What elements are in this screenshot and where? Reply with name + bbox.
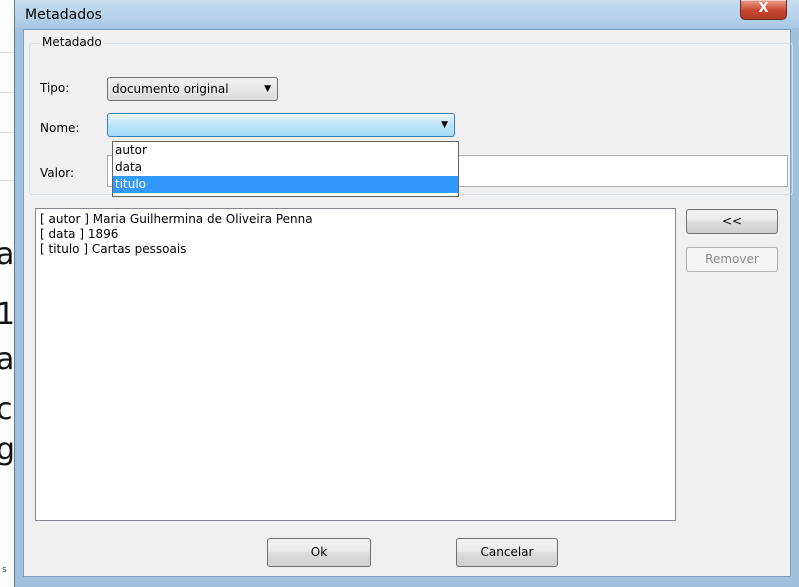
tipo-select[interactable]: documento original ▼ bbox=[107, 77, 278, 101]
ok-button[interactable]: Ok bbox=[267, 538, 371, 567]
window-title: Metadados bbox=[25, 7, 102, 23]
nome-dropdown-list: autor data titulo bbox=[112, 141, 459, 197]
dropdown-option-titulo[interactable]: titulo bbox=[113, 176, 458, 193]
list-item[interactable]: [ autor ] Maria Guilhermina de Oliveira … bbox=[40, 212, 671, 227]
close-button[interactable]: X bbox=[740, 0, 787, 20]
dropdown-option-data[interactable]: data bbox=[113, 159, 458, 176]
tipo-selected-value: documento original bbox=[112, 82, 229, 96]
close-icon: X bbox=[758, 1, 769, 16]
add-button[interactable]: << bbox=[686, 209, 778, 234]
doc-glyph: a bbox=[0, 342, 15, 377]
doc-glyph: c bbox=[0, 392, 13, 427]
doc-glyph: 1 bbox=[0, 297, 16, 332]
groupbox-title: Metadado bbox=[40, 35, 104, 49]
chevron-down-icon: ▼ bbox=[441, 120, 448, 130]
list-item[interactable]: [ titulo ] Cartas pessoais bbox=[40, 242, 671, 257]
valor-label: Valor: bbox=[40, 166, 75, 180]
nome-label: Nome: bbox=[40, 121, 80, 135]
metadados-dialog: Metadados X Metadado Tipo: documento ori… bbox=[14, 0, 799, 587]
dialog-client-area: Metadado Tipo: documento original ▼ Nome… bbox=[23, 29, 793, 577]
metadata-listbox[interactable]: [ autor ] Maria Guilhermina de Oliveira … bbox=[35, 208, 676, 521]
tipo-label: Tipo: bbox=[40, 81, 70, 95]
chevron-down-icon: ▼ bbox=[264, 84, 271, 94]
title-bar: Metadados X bbox=[15, 0, 799, 28]
dropdown-option-autor[interactable]: autor bbox=[113, 142, 458, 159]
nome-select[interactable]: ▼ bbox=[107, 113, 455, 137]
list-item[interactable]: [ data ] 1896 bbox=[40, 227, 671, 242]
doc-footer-text: s bbox=[2, 565, 7, 575]
doc-glyph: g bbox=[0, 432, 16, 467]
remove-button[interactable]: Remover bbox=[686, 247, 778, 272]
cancel-button[interactable]: Cancelar bbox=[456, 538, 558, 567]
doc-glyph: a bbox=[0, 237, 15, 272]
